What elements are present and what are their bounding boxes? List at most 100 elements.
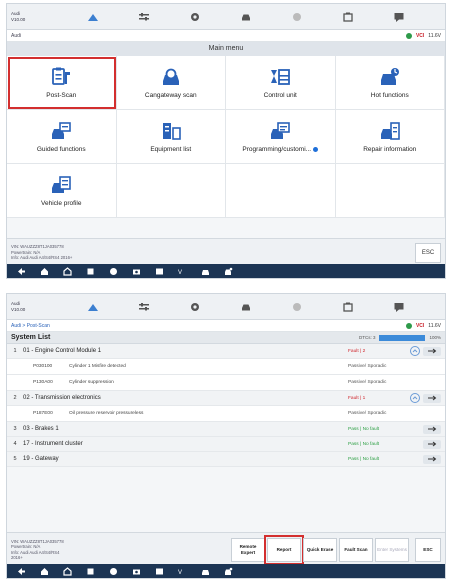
enter-systems-button[interactable]: Enter Systems (375, 537, 409, 562)
svg-text:V: V (178, 570, 182, 576)
system-row[interactable]: 4 17 - Instrument cluster Pass | No fault (7, 437, 445, 452)
system-name: 02 - Transmission electronics (23, 395, 101, 401)
tile-equipment-list[interactable]: Equipment list (116, 110, 226, 164)
breadcrumb[interactable]: Audi > Post-Scan (11, 323, 50, 329)
dtc-row[interactable]: P187E00 Oil pressure reservoir pressurele… (7, 406, 445, 422)
tile-control-unit[interactable]: Control unit (226, 56, 336, 110)
tile-label: Programming/customi... (242, 146, 319, 153)
print-icon[interactable] (335, 6, 361, 28)
car-icon[interactable] (233, 296, 259, 318)
page-title: Main menu (7, 42, 445, 56)
enter-system-arrow-icon[interactable] (423, 439, 441, 449)
tile-vehicle-profile[interactable]: Vehicle profile (7, 164, 117, 218)
home-icon[interactable] (40, 267, 49, 276)
record-icon[interactable] (284, 296, 310, 318)
remote-expert-button[interactable]: Remote Expert (231, 537, 265, 562)
car-diag-icon[interactable] (201, 267, 210, 276)
gear-icon[interactable] (182, 296, 208, 318)
vci-icon[interactable]: V (178, 267, 187, 276)
system-name: 19 - Gateway (23, 456, 59, 462)
car-diag-icon[interactable] (201, 567, 210, 576)
main-menu-screen: Audi V10.00 Audi VCI 11.6V Main menu Pos… (6, 3, 446, 279)
tile-cangateway-scan[interactable]: Cangateway scan (116, 56, 226, 110)
vin-info: VIN: WAUZZZ8T1JA035778 Powertrain: N/A I… (11, 244, 73, 261)
settings-sliders-icon[interactable] (131, 6, 157, 28)
fault-scan-button[interactable]: Fault Scan (339, 537, 373, 562)
car-icon[interactable] (233, 6, 259, 28)
enter-system-arrow-icon[interactable] (423, 424, 441, 434)
tile-programming[interactable]: Programming/customi... (226, 110, 336, 164)
home-diagnostic-icon[interactable] (80, 296, 106, 318)
home-icon[interactable] (40, 567, 49, 576)
enter-system-arrow-icon[interactable] (423, 454, 441, 464)
screen-record-icon[interactable] (155, 567, 164, 576)
system-list-header: System List DTCs: 3 100% (7, 332, 445, 344)
house-icon[interactable] (63, 566, 72, 576)
battery-voltage: 11.6V (428, 322, 441, 329)
enter-system-arrow-icon[interactable] (423, 393, 441, 403)
empty-cell (335, 164, 445, 218)
system-row[interactable]: 2 02 - Transmission electronics Fault | 1 (7, 391, 445, 406)
system-status: Pass | No fault (348, 456, 380, 462)
system-row[interactable]: 3 03 - Brakes 1 Pass | No fault (7, 422, 445, 437)
system-status: Fault | 1 (348, 395, 366, 401)
tile-hot-functions[interactable]: Hot functions (335, 56, 445, 110)
settings-sliders-icon[interactable] (131, 296, 157, 318)
svg-text:V: V (178, 270, 182, 276)
tile-label: Vehicle profile (41, 200, 82, 207)
record-icon[interactable] (284, 6, 310, 28)
esc-button[interactable]: ESC (415, 242, 441, 263)
gear-icon[interactable] (182, 6, 208, 28)
screen-record-icon[interactable] (155, 267, 164, 276)
system-row[interactable]: 5 19 - Gateway Pass | No fault (7, 452, 445, 467)
new-badge-icon (313, 146, 319, 152)
breadcrumb-bar: Audi VCI 11.6V (7, 30, 445, 42)
collapse-icon[interactable] (410, 346, 420, 356)
tile-post-scan[interactable]: Post-Scan (7, 56, 117, 110)
vehicle-id: Audi V10.00 (11, 300, 26, 312)
recent-apps-icon[interactable] (86, 567, 95, 576)
message-icon[interactable] (386, 296, 412, 318)
row-number: 1 (13, 348, 17, 354)
quick-erase-button[interactable]: Quick Erase (303, 537, 337, 562)
recent-apps-icon[interactable] (86, 267, 95, 276)
dtc-count: DTCs: 3 (358, 335, 376, 340)
tile-repair-information[interactable]: Repair information (335, 110, 445, 164)
top-toolbar: Audi V10.00 (7, 4, 445, 30)
collapse-icon[interactable] (410, 393, 420, 403)
message-icon[interactable] (386, 6, 412, 28)
empty-cell (116, 164, 226, 218)
vci-icon[interactable]: V (178, 567, 187, 576)
vci-badge: VCI (415, 322, 425, 329)
dtc-code: P187E00 (33, 411, 53, 416)
top-toolbar: Audi V10.00 (7, 294, 445, 320)
breadcrumb[interactable]: Audi (11, 33, 21, 39)
shop-icon[interactable] (224, 267, 233, 276)
house-icon[interactable] (63, 266, 72, 276)
battery-voltage: 11.6V (428, 32, 441, 39)
enter-system-arrow-icon[interactable] (423, 346, 441, 356)
print-icon[interactable] (335, 296, 361, 318)
hot-functions-icon (380, 68, 399, 85)
browser-icon[interactable] (109, 567, 118, 576)
system-row[interactable]: 1 01 - Engine Control Module 1 Fault | 2 (7, 344, 445, 359)
page-title: System List (11, 334, 51, 341)
browser-icon[interactable] (109, 267, 118, 276)
scan-progress-bar (379, 334, 426, 341)
progress-label: 100% (429, 335, 441, 340)
breadcrumb-bar: Audi > Post-Scan VCI 11.6V (7, 320, 445, 332)
home-diagnostic-icon[interactable] (80, 6, 106, 28)
report-button[interactable]: Report (264, 534, 304, 565)
back-icon[interactable] (17, 567, 26, 576)
camera-icon[interactable] (132, 567, 141, 576)
shop-icon[interactable] (224, 567, 233, 576)
dtc-description: Oil pressure reservoir pressureless (69, 411, 144, 416)
connection-icon (405, 32, 412, 39)
back-icon[interactable] (17, 267, 26, 276)
dtc-row[interactable]: P130A00 Cylinder suppression Passive/ Spor… (7, 375, 445, 391)
tile-guided-functions[interactable]: Guided functions (7, 110, 117, 164)
dtc-row[interactable]: P030100 Cylinder 1 Misfire detected Passiv… (7, 359, 445, 375)
esc-button[interactable]: ESC (415, 537, 441, 562)
dtc-status: Passive/ Sporadic (348, 379, 387, 385)
camera-icon[interactable] (132, 267, 141, 276)
